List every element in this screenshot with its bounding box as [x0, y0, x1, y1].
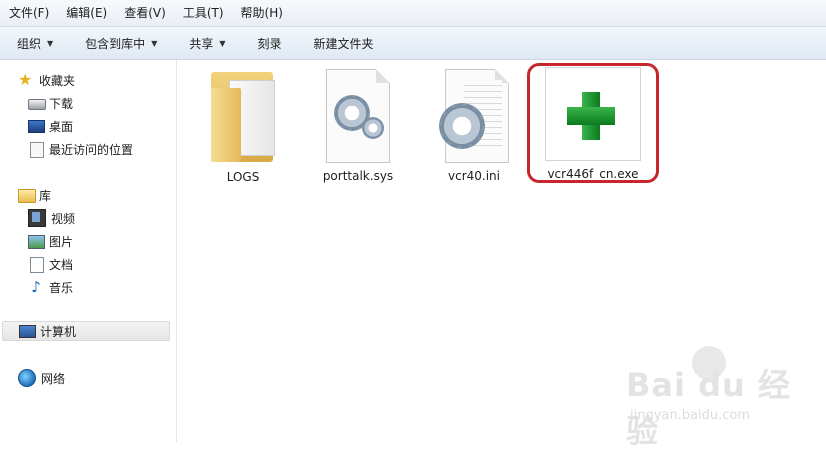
folder-icon: [211, 66, 275, 164]
nav-downloads-label: 下载: [49, 96, 74, 111]
recent-places-icon: [28, 141, 44, 158]
star-icon: ★: [18, 70, 33, 89]
dropdown-arrow-icon: ▼: [219, 38, 226, 48]
nav-libraries[interactable]: 库: [18, 185, 51, 205]
menu-view[interactable]: 查看(V): [115, 0, 174, 26]
file-item-porttalk-sys[interactable]: porttalk.sys: [303, 69, 413, 183]
burn-label: 刻录: [257, 36, 282, 51]
nav-network-label: 网络: [41, 371, 66, 386]
music-note-icon: ♪: [31, 278, 41, 296]
settings-file-icon: [439, 69, 509, 163]
network-icon: [18, 369, 36, 387]
file-item-logs[interactable]: LOGS: [188, 66, 298, 184]
file-name: vcr40.ini: [448, 169, 500, 183]
nav-videos[interactable]: 视频: [28, 208, 75, 228]
baidu-watermark: Bai du 经验 jingyan.baidu.com: [626, 346, 822, 450]
new-folder-button[interactable]: 新建文件夹: [297, 27, 389, 59]
burn-button[interactable]: 刻录: [241, 27, 297, 59]
nav-pictures-label: 图片: [49, 234, 74, 249]
pictures-icon: [28, 233, 45, 249]
desktop-icon: [28, 118, 45, 134]
nav-network[interactable]: 网络: [18, 368, 65, 388]
file-name: LOGS: [226, 170, 260, 184]
organize-button[interactable]: 组织 ▼: [0, 27, 68, 59]
nav-favorites[interactable]: ★ 收藏夹: [18, 70, 75, 90]
menu-bar: 文件(F) 编辑(E) 查看(V) 工具(T) 帮助(H): [0, 0, 826, 27]
nav-recent-label: 最近访问的位置: [49, 142, 134, 157]
nav-desktop-label: 桌面: [49, 119, 74, 134]
video-icon: [28, 209, 46, 227]
nav-pictures[interactable]: 图片: [28, 231, 73, 251]
nav-documents-label: 文档: [49, 257, 74, 272]
nav-desktop[interactable]: 桌面: [28, 116, 73, 136]
menu-help[interactable]: 帮助(H): [232, 0, 291, 26]
documents-icon: [28, 256, 44, 273]
library-icon: [18, 187, 36, 203]
nav-libraries-label: 库: [39, 188, 52, 203]
include-in-library-button[interactable]: 包含到库中 ▼: [68, 27, 172, 59]
highlight-annotation: [527, 63, 659, 183]
nav-computer[interactable]: 计算机: [2, 321, 170, 341]
watermark-brand: Bai du 经验: [626, 366, 791, 450]
watermark-url: jingyan.baidu.com: [630, 408, 750, 423]
organize-label: 组织: [17, 36, 42, 51]
file-name: porttalk.sys: [322, 169, 394, 183]
nav-videos-label: 视频: [51, 211, 76, 226]
nav-favorites-label: 收藏夹: [39, 73, 76, 88]
share-button[interactable]: 共享 ▼: [172, 27, 240, 59]
nav-recent-places[interactable]: 最近访问的位置: [28, 139, 133, 159]
computer-icon: [19, 323, 36, 339]
share-label: 共享: [189, 36, 214, 51]
dropdown-arrow-icon: ▼: [47, 38, 54, 48]
navigation-pane: ★ 收藏夹 下载 桌面 最近访问的位置 库 视频 图片 文档 ♪ 音乐 计算机 …: [0, 60, 177, 442]
nav-music[interactable]: ♪ 音乐: [28, 277, 73, 297]
download-drive-icon: [28, 95, 46, 111]
command-bar: 组织 ▼ 包含到库中 ▼ 共享 ▼ 刻录 新建文件夹: [0, 27, 826, 60]
system-file-icon: [326, 69, 390, 163]
nav-downloads[interactable]: 下载: [28, 93, 73, 113]
include-in-library-label: 包含到库中: [85, 36, 146, 51]
new-folder-label: 新建文件夹: [313, 36, 374, 51]
nav-computer-label: 计算机: [40, 324, 77, 339]
nav-music-label: 音乐: [49, 280, 74, 295]
file-item-vcr40-ini[interactable]: vcr40.ini: [419, 69, 529, 183]
menu-edit[interactable]: 编辑(E): [57, 0, 115, 26]
dropdown-arrow-icon: ▼: [151, 38, 158, 48]
menu-file[interactable]: 文件(F): [0, 0, 57, 26]
menu-tools[interactable]: 工具(T): [174, 0, 232, 26]
nav-documents[interactable]: 文档: [28, 254, 73, 274]
